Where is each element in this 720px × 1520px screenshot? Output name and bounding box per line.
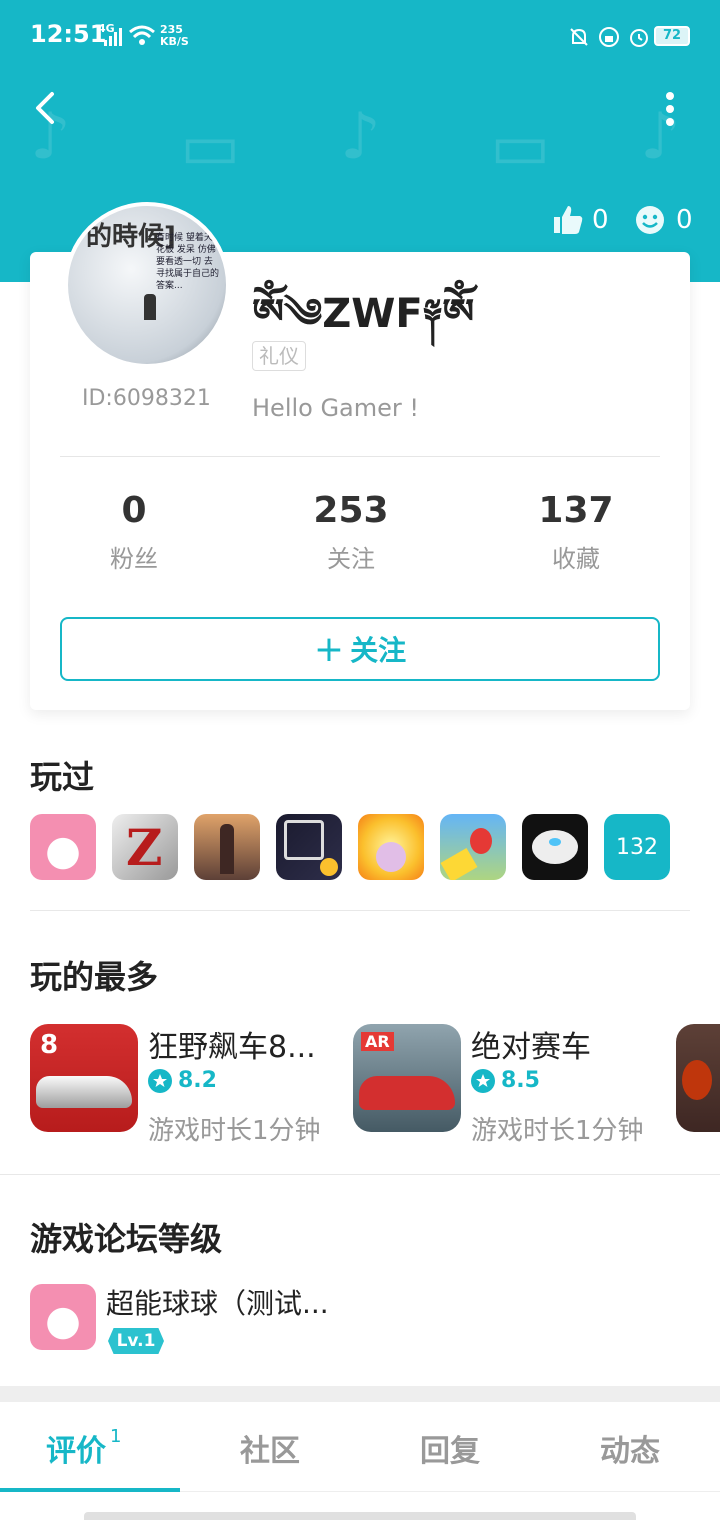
battery-indicator: 72 <box>654 26 690 46</box>
rating-value: 8.2 <box>178 1068 217 1093</box>
game-icon-super-ball[interactable] <box>30 1284 96 1350</box>
game-name: 绝对赛车 <box>471 1030 591 1065</box>
content-preview-strip <box>84 1512 636 1520</box>
tab-label: 评价 <box>46 1434 106 1469</box>
stat-followers[interactable]: 0 粉丝 <box>44 490 224 574</box>
status-icons <box>568 26 650 48</box>
played-games-row: Z 132 <box>30 814 670 880</box>
avatar-poem: 有时候 望着天花板 发呆 仿佛要看透一切 去寻找属于自己的 答案... <box>156 233 220 291</box>
music-note-decoration: ♪ <box>340 100 381 174</box>
character-face <box>376 842 406 872</box>
game-icon-disc[interactable] <box>522 814 588 880</box>
game-icon-dragon-ball[interactable] <box>358 814 424 880</box>
section-divider <box>0 1174 720 1175</box>
follow-label: 关注 <box>350 634 407 667</box>
game-icon-runner[interactable] <box>440 814 506 880</box>
game-icon-super-ball[interactable] <box>30 814 96 880</box>
back-arrow-icon[interactable] <box>30 90 58 126</box>
plus-icon: + <box>313 628 345 670</box>
star-badge-icon <box>148 1068 172 1093</box>
more-options-icon[interactable] <box>664 92 676 126</box>
wifi-icon <box>129 25 155 45</box>
tab-count: 1 <box>110 1426 122 1447</box>
disc-light <box>549 838 561 846</box>
level-badge: Lv.1 <box>108 1328 164 1354</box>
thumbs-up-icon <box>554 206 583 234</box>
lock-rotation-icon <box>599 27 619 47</box>
section-divider <box>30 910 690 911</box>
status-bar: 12:51 4G 235 KB/S 72 <box>0 0 720 72</box>
most-played-item[interactable]: AR 绝对赛车 8.5 游戏时长1分钟 <box>353 1024 663 1146</box>
car-shape <box>36 1076 132 1108</box>
stat-label: 收藏 <box>552 545 600 573</box>
avatar[interactable]: 的時候] 有时候 望着天花板 发呆 仿佛要看透一切 去寻找属于自己的 答案... <box>64 202 230 368</box>
played-more-count[interactable]: 132 <box>604 814 670 880</box>
game-rating: 8.2 <box>148 1068 217 1093</box>
like-count: 0 <box>592 205 609 235</box>
soldier-figure <box>220 824 234 874</box>
game-name: 狂野飙车8... <box>148 1030 316 1065</box>
beta-ribbon <box>440 847 478 880</box>
smile-counter[interactable]: 0 <box>634 204 693 236</box>
smile-icon <box>636 206 664 234</box>
status-time: 12:51 <box>30 20 107 48</box>
ar-logo-badge: AR <box>361 1032 394 1051</box>
bell-off-icon <box>570 28 588 46</box>
stat-following[interactable]: 253 关注 <box>261 490 441 574</box>
speed-unit: KB/S <box>160 35 189 48</box>
game-rating: 8.5 <box>471 1068 540 1093</box>
gamepad-decoration: ▭ <box>180 110 241 184</box>
stat-favorites[interactable]: 137 收藏 <box>486 490 666 574</box>
section-title-played: 玩过 <box>30 758 95 796</box>
disc-shape <box>532 830 578 864</box>
game-icon-shooter[interactable] <box>194 814 260 880</box>
stat-value: 253 <box>313 490 389 531</box>
character-face <box>682 1060 712 1100</box>
tencent-badge <box>320 858 338 876</box>
stat-value: 0 <box>121 490 147 531</box>
tab-reviews[interactable]: 评价 1 <box>46 1426 121 1470</box>
game-icon-asphalt8: 8 <box>30 1024 138 1132</box>
play-time: 游戏时长1分钟 <box>471 1116 644 1146</box>
gamepad-decoration: ▭ <box>490 110 551 184</box>
smile-count: 0 <box>676 205 693 235</box>
calligraphy-mark <box>284 820 324 860</box>
section-title-forum-level: 游戏论坛等级 <box>30 1220 223 1258</box>
stat-label: 粉丝 <box>110 545 158 573</box>
follow-button[interactable]: + 关注 <box>60 617 660 681</box>
section-separator <box>0 1386 720 1402</box>
alarm-icon <box>630 29 648 47</box>
star-badge-icon <box>471 1068 495 1093</box>
game-icon-zombie[interactable]: Z <box>112 814 178 880</box>
tab-indicator <box>0 1488 180 1492</box>
like-counter[interactable]: 0 <box>552 204 609 236</box>
tab-activity[interactable]: 动态 <box>600 1426 660 1470</box>
signal-icon <box>104 28 122 46</box>
tab-community[interactable]: 社区 <box>240 1426 300 1470</box>
card-divider <box>60 456 660 457</box>
stat-label: 关注 <box>327 545 375 573</box>
game-icon-perfect-world[interactable] <box>276 814 342 880</box>
stat-value: 137 <box>538 490 614 531</box>
user-tag: 礼仪 <box>252 341 306 371</box>
z-letter-icon: Z <box>126 818 163 877</box>
section-title-most-played: 玩的最多 <box>30 958 159 996</box>
most-played-item[interactable]: 8 狂野飙车8... 8.2 游戏时长1分钟 <box>30 1024 340 1146</box>
car-shape <box>359 1076 455 1110</box>
user-bio: Hello Gamer ! <box>252 394 420 422</box>
avatar-figure <box>144 294 156 320</box>
game-icon-partial[interactable] <box>676 1024 720 1132</box>
game-icon-assoluto-racing: AR <box>353 1024 461 1132</box>
tab-replies[interactable]: 回复 <box>420 1426 480 1470</box>
forum-game-name[interactable]: 超能球球（测试... <box>106 1282 329 1322</box>
rating-value: 8.5 <box>501 1068 540 1093</box>
content-tabs: 评价 1 社区 回复 动态 <box>0 1402 720 1492</box>
user-id: ID:6098321 <box>82 386 211 411</box>
play-time: 游戏时长1分钟 <box>148 1116 321 1146</box>
eight-badge: 8 <box>40 1030 59 1060</box>
character-figure <box>470 828 492 854</box>
network-speed: 235 KB/S <box>160 24 189 48</box>
